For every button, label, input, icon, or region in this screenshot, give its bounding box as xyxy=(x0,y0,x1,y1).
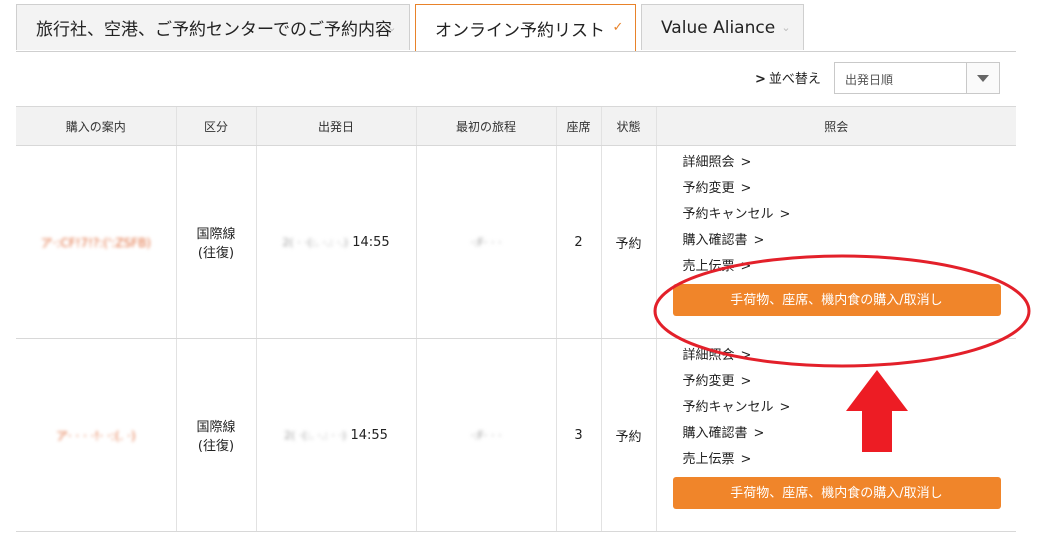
sales-slip-link[interactable]: 売上伝票 > xyxy=(683,258,1017,284)
cancel-reservation-link[interactable]: 予約キャンセル > xyxy=(683,399,1017,425)
link-text: 購入確認書 xyxy=(682,233,748,248)
sales-slip-link[interactable]: 売上伝票 > xyxy=(683,451,1017,477)
tab-online-reservations[interactable]: オンライン予約リスト ✓ xyxy=(415,4,636,52)
chevron-right-icon: > xyxy=(740,181,752,196)
status-cell: 予約 xyxy=(600,145,656,339)
seats-cell: 3 xyxy=(555,338,601,532)
first-itinerary: ·:F· · · xyxy=(470,428,502,442)
tab-agency-reservations[interactable]: 旅行社、空港、ご予約センターでのご予約内容 ⌄ xyxy=(16,4,410,50)
itinerary-cell: ·:F· · · xyxy=(415,338,556,532)
departure-date: 2( ·(:. ·.: · ·) xyxy=(284,428,347,442)
chevron-right-icon: > xyxy=(753,426,765,441)
link-text: 売上伝票 xyxy=(682,259,735,274)
departure-time: 14:55 xyxy=(350,427,388,443)
chevron-right-icon: > xyxy=(753,233,765,248)
chevron-right-icon: > xyxy=(779,207,791,222)
purchase-confirmation-link[interactable]: 購入確認書 > xyxy=(683,232,1017,258)
ancillary-purchase-button[interactable]: 手荷物、座席、機内食の購入/取消し xyxy=(672,284,1001,316)
header-seats: 座席 xyxy=(555,106,601,146)
header-first-itinerary: 最初の旅程 xyxy=(415,106,556,146)
category-type: 国際線 xyxy=(196,420,236,435)
purchase-info-cell: ア· · · ·!· ·:(. ·) xyxy=(16,338,176,532)
departure-time: 14:55 xyxy=(352,234,390,250)
tab-value-aliance[interactable]: Value Aliance ⌄ xyxy=(641,4,804,50)
purchase-info-cell: ア·:CF!7!?:(':ZSFB) xyxy=(16,145,176,339)
category-trip: (往復) xyxy=(197,439,235,454)
header-inquiry: 照会 xyxy=(655,106,1016,146)
chevron-right-icon: > xyxy=(740,259,752,274)
sort-select[interactable]: 出発日順 xyxy=(834,62,1000,94)
cancel-reservation-link[interactable]: 予約キャンセル > xyxy=(683,206,1017,232)
purchase-confirmation-link[interactable]: 購入確認書 > xyxy=(683,425,1017,451)
header-departure-date: 出発日 xyxy=(255,106,416,146)
link-text: 予約キャンセル xyxy=(682,207,774,222)
inquiry-cell: 詳細照会 > 予約変更 > 予約キャンセル > 購入確認書 > 売上伝票 > 手荷物、座席… xyxy=(655,145,1017,339)
link-text: 購入確認書 xyxy=(682,426,748,441)
sort-label-text: 並べ替え xyxy=(768,72,821,87)
link-text: 詳細照会 xyxy=(682,348,735,363)
sort-selected-value: 出発日順 xyxy=(845,73,894,87)
chevron-right-icon: > xyxy=(740,374,752,389)
category-cell: 国際線 (往復) xyxy=(175,338,256,532)
change-reservation-link[interactable]: 予約変更 > xyxy=(683,180,1017,206)
purchase-info-link[interactable]: ア· · · ·!· ·:(. ·) xyxy=(56,429,136,443)
chevron-right-icon: > xyxy=(740,348,752,363)
seats-cell: 2 xyxy=(555,145,601,339)
link-text: 予約変更 xyxy=(682,374,735,389)
category-trip: (往復) xyxy=(197,246,235,261)
tab-label: Value Aliance xyxy=(661,17,776,38)
departure-cell: 2( ·(:. ·.: · ·) 14:55 xyxy=(255,338,416,532)
purchase-info-link[interactable]: ア·:CF!7!?:(':ZSFB) xyxy=(41,236,152,250)
departure-cell: 2( · ·(:. ·.: ·.) 14:55 xyxy=(255,145,416,339)
tab-divider xyxy=(16,51,1016,52)
link-text: 売上伝票 xyxy=(682,452,735,467)
category-type: 国際線 xyxy=(196,227,236,242)
link-text: 予約変更 xyxy=(682,181,735,196)
itinerary-cell: ·:F· · · xyxy=(415,145,556,339)
table-row: ア· · · ·!· ·:(. ·) 国際線 (往復) 2( ·(:. ·.: ·… xyxy=(16,338,1017,532)
tab-label: オンライン予約リスト xyxy=(435,21,605,41)
header-purchase-info: 購入の案内 xyxy=(16,106,176,146)
chevron-right-icon: > xyxy=(740,452,752,467)
header-status: 状態 xyxy=(600,106,656,146)
header-category: 区分 xyxy=(175,106,256,146)
inquiry-cell: 詳細照会 > 予約変更 > 予約キャンセル > 購入確認書 > 売上伝票 > 手荷物、座席… xyxy=(655,338,1017,532)
chevron-down-icon: ⌄ xyxy=(387,21,397,34)
ancillary-purchase-button[interactable]: 手荷物、座席、機内食の購入/取消し xyxy=(672,477,1001,509)
first-itinerary: ·:F· · · xyxy=(470,235,502,249)
change-reservation-link[interactable]: 予約変更 > xyxy=(683,373,1017,399)
detail-inquiry-link[interactable]: 詳細照会 > xyxy=(683,347,1017,373)
sort-label: > 並べ替え xyxy=(755,68,821,87)
table-header-row: 購入の案内 区分 出発日 最初の旅程 座席 状態 照会 xyxy=(16,106,1016,146)
detail-inquiry-link[interactable]: 詳細照会 > xyxy=(683,154,1017,180)
status-cell: 予約 xyxy=(600,338,656,532)
tab-label: 旅行社、空港、ご予約センターでのご予約内容 xyxy=(36,20,392,40)
chevron-down-icon: ⌄ xyxy=(781,21,791,34)
reservation-table: 購入の案内 区分 出発日 最初の旅程 座席 状態 照会 ア·:CF!7!?:('… xyxy=(16,106,1016,532)
tab-bar: 旅行社、空港、ご予約センターでのご予約内容 ⌄ オンライン予約リスト ✓ Val… xyxy=(16,4,1016,52)
table-row: ア·:CF!7!?:(':ZSFB) 国際線 (往復) 2( · ·(:. ·.:… xyxy=(16,145,1017,339)
chevron-right-icon: > xyxy=(740,155,752,170)
caret-down-icon[interactable] xyxy=(966,63,999,93)
chevron-right-icon: > xyxy=(779,400,791,415)
category-cell: 国際線 (往復) xyxy=(175,145,256,339)
chevron-down-icon: ✓ xyxy=(612,20,624,35)
departure-date: 2( · ·(:. ·.: ·.) xyxy=(282,235,349,249)
link-text: 詳細照会 xyxy=(682,155,735,170)
chevron-right-icon: > xyxy=(755,72,766,87)
link-text: 予約キャンセル xyxy=(682,400,774,415)
